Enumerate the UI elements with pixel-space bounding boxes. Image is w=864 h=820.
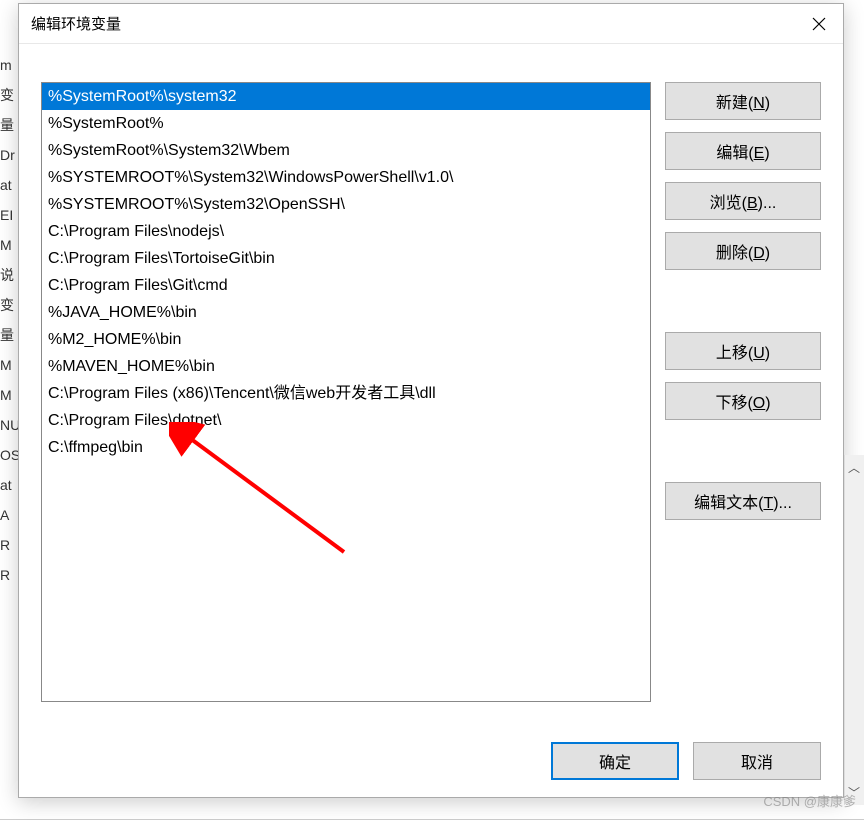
titlebar: 编辑环境变量 xyxy=(19,4,843,44)
list-item[interactable]: C:\Program Files (x86)\Tencent\微信web开发者工… xyxy=(42,380,650,407)
list-item[interactable]: %SystemRoot% xyxy=(42,110,650,137)
close-button[interactable] xyxy=(795,4,843,44)
browse-button[interactable]: 浏览(B)... xyxy=(665,182,821,220)
new-button[interactable]: 新建(N) xyxy=(665,82,821,120)
scroll-up-icon: ︿ xyxy=(848,459,860,476)
ok-button[interactable]: 确定 xyxy=(551,742,679,780)
parent-window-fragments: m变量DratEIM说变量MMNUOSatARR xyxy=(0,50,18,750)
watermark: CSDN @康康爹 xyxy=(763,791,856,810)
edit-env-var-dialog: 编辑环境变量 %SystemRoot%\system32%SystemRoot%… xyxy=(18,3,844,798)
close-icon xyxy=(812,17,826,31)
list-item[interactable]: C:\Program Files\TortoiseGit\bin xyxy=(42,245,650,272)
path-listbox[interactable]: %SystemRoot%\system32%SystemRoot%%System… xyxy=(41,82,651,702)
dialog-title: 编辑环境变量 xyxy=(31,13,121,34)
list-item[interactable]: %SystemRoot%\system32 xyxy=(42,83,650,110)
cancel-button[interactable]: 取消 xyxy=(693,742,821,780)
list-item[interactable]: %SYSTEMROOT%\System32\OpenSSH\ xyxy=(42,191,650,218)
list-item[interactable]: C:\Program Files\Git\cmd xyxy=(42,272,650,299)
list-item[interactable]: C:\Program Files\dotnet\ xyxy=(42,407,650,434)
move-down-button[interactable]: 下移(O) xyxy=(665,382,821,420)
list-item[interactable]: %M2_HOME%\bin xyxy=(42,326,650,353)
list-item[interactable]: %SystemRoot%\System32\Wbem xyxy=(42,137,650,164)
list-item[interactable]: %MAVEN_HOME%\bin xyxy=(42,353,650,380)
list-item[interactable]: C:\ffmpeg\bin xyxy=(42,434,650,461)
edit-text-button[interactable]: 编辑文本(T)... xyxy=(665,482,821,520)
dialog-content: %SystemRoot%\system32%SystemRoot%%System… xyxy=(19,44,843,725)
parent-scrollbar[interactable]: ︿ ﹀ xyxy=(844,455,864,805)
button-column: 新建(N) 编辑(E) 浏览(B)... 删除(D) 上移(U) 下移(O) 编… xyxy=(665,82,821,725)
delete-button[interactable]: 删除(D) xyxy=(665,232,821,270)
list-item[interactable]: %JAVA_HOME%\bin xyxy=(42,299,650,326)
edit-button[interactable]: 编辑(E) xyxy=(665,132,821,170)
list-item[interactable]: C:\Program Files\nodejs\ xyxy=(42,218,650,245)
move-up-button[interactable]: 上移(U) xyxy=(665,332,821,370)
list-item[interactable]: %SYSTEMROOT%\System32\WindowsPowerShell\… xyxy=(42,164,650,191)
dialog-footer: 确定 取消 xyxy=(19,725,843,797)
